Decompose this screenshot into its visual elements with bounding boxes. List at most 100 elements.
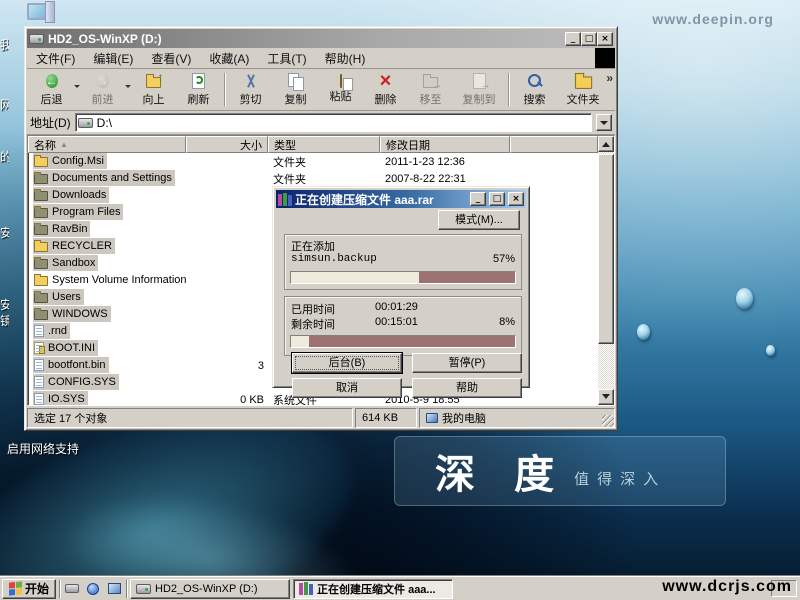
address-input[interactable]: D:\	[75, 113, 592, 132]
toolbar-button-moveto: 移至	[408, 70, 453, 109]
file-name: IO.SYS	[48, 393, 85, 405]
toolbar-button-folders[interactable]: 文件夹	[557, 70, 609, 109]
desktop-icon-label-fragment: 镜	[0, 312, 9, 329]
menu-item-工具(T)[interactable]: 工具(T)	[258, 48, 315, 69]
background-button[interactable]: 后台(B)	[292, 353, 402, 373]
close-button[interactable]: ×	[597, 32, 613, 46]
close-button[interactable]: ×	[508, 192, 524, 206]
toolbar-separator	[224, 73, 225, 106]
menu-item-文件(F)[interactable]: 文件(F)	[27, 48, 84, 69]
file-ini-icon	[34, 342, 44, 354]
task-label: 正在创建压缩文件 aaa...	[317, 581, 436, 597]
scroll-down-button[interactable]	[598, 389, 614, 405]
maximize-button[interactable]: □	[489, 192, 505, 206]
banner-title: 深 度	[435, 442, 568, 500]
column-header-大小[interactable]: 大小	[186, 136, 268, 153]
column-header-修改日期[interactable]: 修改日期	[380, 136, 510, 153]
quicklaunch-user-icon[interactable]	[84, 580, 102, 598]
cancel-button[interactable]: 取消	[292, 378, 402, 398]
file-name: Program Files	[52, 206, 120, 218]
remaining-label: 剩余时间	[291, 316, 375, 332]
scroll-up-button[interactable]	[598, 136, 614, 152]
file-name: Sandbox	[52, 257, 95, 269]
file-name-cell: IO.SYS	[28, 391, 186, 405]
toolbar-overflow-chevron[interactable]: »	[606, 71, 613, 85]
winrar-titlebar[interactable]: 正在创建压缩文件 aaa.rar _ □ ×	[276, 190, 526, 208]
file-name-cell: Program Files	[28, 204, 186, 221]
file-name-cell: Documents and Settings	[28, 170, 186, 187]
column-header-filler	[510, 136, 598, 153]
folder-yellow-icon	[34, 242, 48, 252]
quicklaunch-drive-icon[interactable]	[63, 580, 81, 598]
toolbar-button-up[interactable]: ↑向上	[131, 70, 176, 109]
taskbar-divider	[59, 580, 60, 598]
folders-icon	[573, 72, 593, 90]
menu-item-编辑(E)[interactable]: 编辑(E)	[84, 48, 142, 69]
toolbar-button-forward: →前进	[80, 70, 125, 109]
desktop-icon-label-fragment: 网	[0, 96, 9, 113]
windows-logo-icon	[9, 581, 22, 595]
my-computer-desktop-icon[interactable]	[27, 1, 57, 25]
desktop-icon-label-fragment: 安	[0, 224, 9, 241]
help-button[interactable]: 帮助	[412, 378, 522, 398]
desktop-icon-label-network[interactable]: 启用网络支持	[7, 440, 79, 457]
desktop-icon-label-fragment: 的	[0, 148, 9, 165]
start-button[interactable]: 开始	[2, 579, 56, 599]
file-row[interactable]: Documents and Settings文件夹2007-8-22 22:31	[28, 170, 598, 187]
file-name-cell: CONFIG.SYS	[28, 374, 186, 391]
file-date-cell: 2011-1-23 12:36	[380, 156, 510, 168]
moveto-icon	[421, 72, 441, 90]
taskbar-task-winrar[interactable]: 正在创建压缩文件 aaa...	[293, 579, 453, 599]
column-header-名称[interactable]: 名称▲	[28, 136, 186, 153]
menu-item-查看(V)[interactable]: 查看(V)	[142, 48, 200, 69]
column-header-label: 名称	[34, 137, 56, 153]
column-header-类型[interactable]: 类型	[268, 136, 380, 153]
folder-yellow-icon	[34, 276, 48, 286]
explorer-titlebar[interactable]: HD2_OS-WinXP (D:) _ □ ×	[27, 29, 615, 48]
taskbar-task-drive[interactable]: HD2_OS-WinXP (D:)	[130, 579, 290, 599]
file-name: Downloads	[52, 189, 106, 201]
toolbar-button-search[interactable]: 搜索	[512, 70, 557, 109]
water-droplet	[766, 345, 775, 356]
folder-olive-icon	[34, 310, 48, 320]
minimize-button[interactable]: _	[470, 192, 486, 206]
file-date-cell: 2007-8-22 22:31	[380, 173, 510, 185]
address-dropdown-button[interactable]	[596, 114, 612, 131]
file-name-cell: RECYCLER	[28, 238, 186, 255]
toolbar-button-label: 前进	[92, 91, 114, 107]
toolbar-button-cut[interactable]: 剪切	[228, 70, 273, 109]
file-name-cell: RavBin	[28, 221, 186, 238]
maximize-button[interactable]: □	[581, 32, 597, 46]
status-zone: 我的电脑	[419, 408, 615, 428]
water-droplet	[637, 324, 650, 340]
file-size-cell: 3	[186, 360, 268, 372]
elapsed-label: 已用时间	[291, 301, 375, 317]
menu-item-帮助(H)[interactable]: 帮助(H)	[316, 48, 375, 69]
tower-icon	[45, 1, 55, 23]
file-name: BOOT.INI	[48, 342, 95, 354]
folder-olive-icon	[34, 208, 48, 218]
pause-button[interactable]: 暂停(P)	[412, 353, 522, 373]
task-label: HD2_OS-WinXP (D:)	[155, 583, 257, 595]
toolbar-button-label: 复制到	[463, 91, 496, 107]
file-icon	[34, 325, 44, 337]
toolbar-button-copy[interactable]: 复制	[273, 70, 318, 109]
remaining-value: 00:15:01	[375, 316, 418, 332]
quicklaunch-window-icon[interactable]	[105, 580, 123, 598]
mode-button[interactable]: 模式(M)...	[438, 210, 520, 230]
file-name-cell: Downloads	[28, 187, 186, 204]
folder-olive-icon	[34, 174, 48, 184]
file-row[interactable]: Config.Msi文件夹2011-1-23 12:36	[28, 153, 598, 170]
toolbar-button-paste[interactable]: 粘贴	[318, 70, 363, 109]
toolbar-button-back[interactable]: ←后退	[29, 70, 74, 109]
vertical-scrollbar[interactable]	[598, 136, 614, 405]
resize-grip[interactable]	[602, 415, 614, 427]
file-name-cell: Users	[28, 289, 186, 306]
toolbar-button-delete[interactable]: ×删除	[363, 70, 408, 109]
scrollbar-thumb[interactable]	[598, 154, 614, 344]
window-logo-throbber	[595, 48, 615, 68]
file-name: Users	[52, 291, 81, 303]
toolbar-button-refresh[interactable]: 刷新	[176, 70, 221, 109]
minimize-button[interactable]: _	[565, 32, 581, 46]
menu-item-收藏(A)[interactable]: 收藏(A)	[200, 48, 258, 69]
